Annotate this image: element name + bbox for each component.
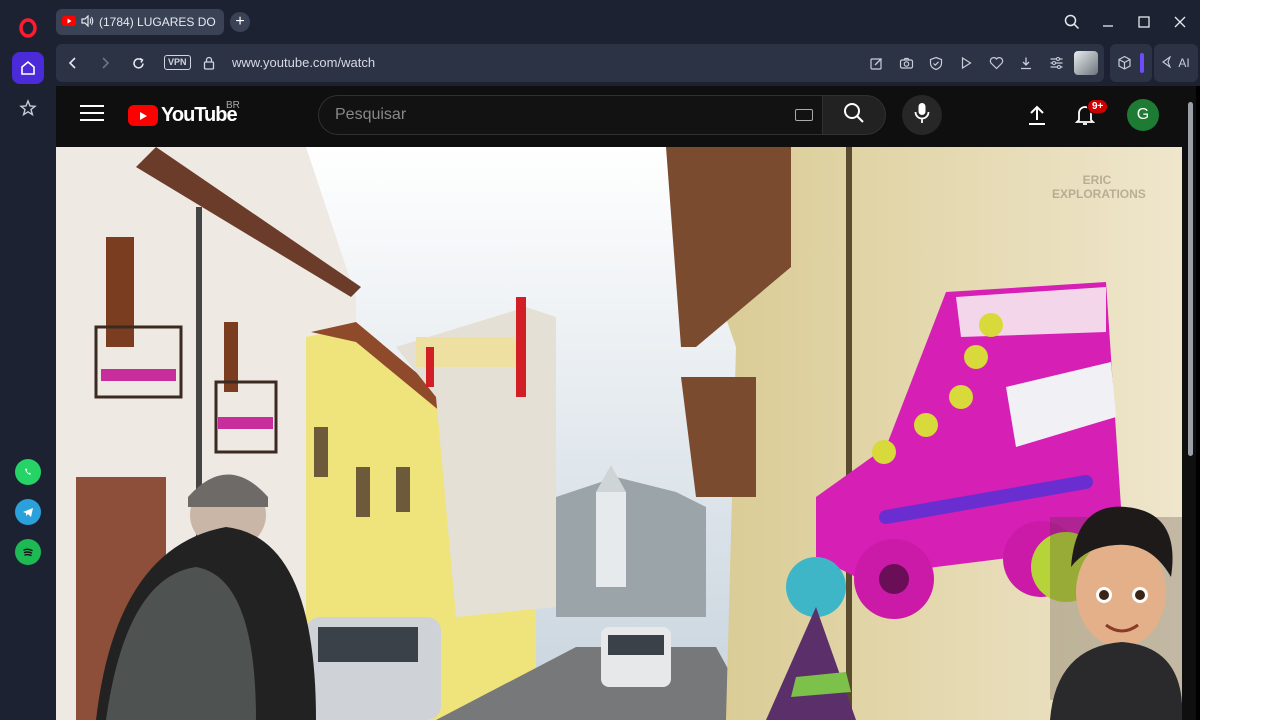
youtube-logo[interactable]: YouTube	[128, 104, 238, 127]
notification-badge: 9+	[1087, 99, 1109, 114]
search-icon	[843, 102, 865, 129]
extensions-box[interactable]	[1110, 44, 1152, 82]
download-icon[interactable]	[1017, 54, 1035, 72]
heart-icon[interactable]	[987, 54, 1005, 72]
tab-youtube[interactable]: (1784) LUGARES DO P...	[56, 9, 224, 35]
star-icon[interactable]	[12, 92, 44, 124]
country-code: BR	[226, 100, 240, 111]
telegram-icon[interactable]	[12, 496, 44, 528]
youtube-page: YouTube BR 9+	[56, 86, 1186, 720]
search-box	[318, 95, 824, 135]
opera-logo-icon[interactable]	[12, 12, 44, 44]
edit-icon[interactable]	[867, 54, 885, 72]
opera-sidebar	[0, 0, 56, 720]
address-bar[interactable]: VPN www.youtube.com/watch	[56, 44, 1104, 82]
scrollbar-thumb[interactable]	[1188, 102, 1193, 456]
url-text[interactable]: www.youtube.com/watch	[232, 55, 375, 70]
extension-thumbnail-icon[interactable]	[1074, 51, 1098, 75]
screen: (1784) LUGARES DO P... + VPN	[0, 0, 1280, 720]
close-window-icon[interactable]	[1170, 12, 1190, 32]
play-icon[interactable]	[957, 54, 975, 72]
ai-icon	[1162, 54, 1176, 71]
shield-icon[interactable]	[927, 54, 945, 72]
vpn-badge[interactable]: VPN	[164, 55, 191, 70]
upload-icon[interactable]	[1024, 102, 1050, 128]
microphone-icon	[914, 102, 930, 129]
ai-label: AI	[1178, 56, 1190, 70]
spotify-icon[interactable]	[12, 536, 44, 568]
search-button[interactable]	[822, 95, 886, 135]
video-frame	[56, 147, 1182, 720]
minimize-icon[interactable]	[1098, 12, 1118, 32]
aria-ai-button[interactable]: AI	[1154, 44, 1198, 82]
forward-icon[interactable]	[96, 54, 114, 72]
back-icon[interactable]	[64, 54, 82, 72]
reload-icon[interactable]	[129, 54, 147, 72]
voice-search-button[interactable]	[902, 95, 942, 135]
tab-title: (1784) LUGARES DO P...	[99, 15, 218, 29]
speaker-icon[interactable]	[81, 14, 94, 30]
search-tabs-icon[interactable]	[1062, 12, 1082, 32]
cube-icon[interactable]	[1117, 55, 1132, 76]
search-input[interactable]	[335, 106, 775, 124]
tab-strip: (1784) LUGARES DO P... +	[56, 0, 1200, 44]
home-icon[interactable]	[12, 52, 44, 84]
maximize-icon[interactable]	[1134, 12, 1154, 32]
camera-icon[interactable]	[897, 54, 915, 72]
channel-watermark: ERIC EXPLORATIONS	[1052, 173, 1146, 201]
youtube-play-icon	[128, 105, 158, 126]
extension-indicator	[1140, 53, 1144, 73]
avatar[interactable]: G	[1127, 99, 1159, 131]
address-row: VPN www.youtube.com/watch AI	[56, 44, 1200, 86]
easy-setup-icon[interactable]	[1047, 54, 1065, 72]
desktop-background	[1200, 0, 1280, 720]
lock-icon[interactable]	[200, 54, 218, 72]
youtube-favicon-icon	[62, 15, 76, 29]
new-tab-button[interactable]: +	[230, 12, 250, 32]
whatsapp-icon[interactable]	[12, 456, 44, 488]
youtube-header: YouTube BR 9+	[56, 86, 1186, 142]
menu-icon[interactable]	[80, 105, 104, 123]
video-player[interactable]: ERIC EXPLORATIONS	[56, 147, 1182, 720]
keyboard-icon[interactable]	[795, 109, 813, 121]
